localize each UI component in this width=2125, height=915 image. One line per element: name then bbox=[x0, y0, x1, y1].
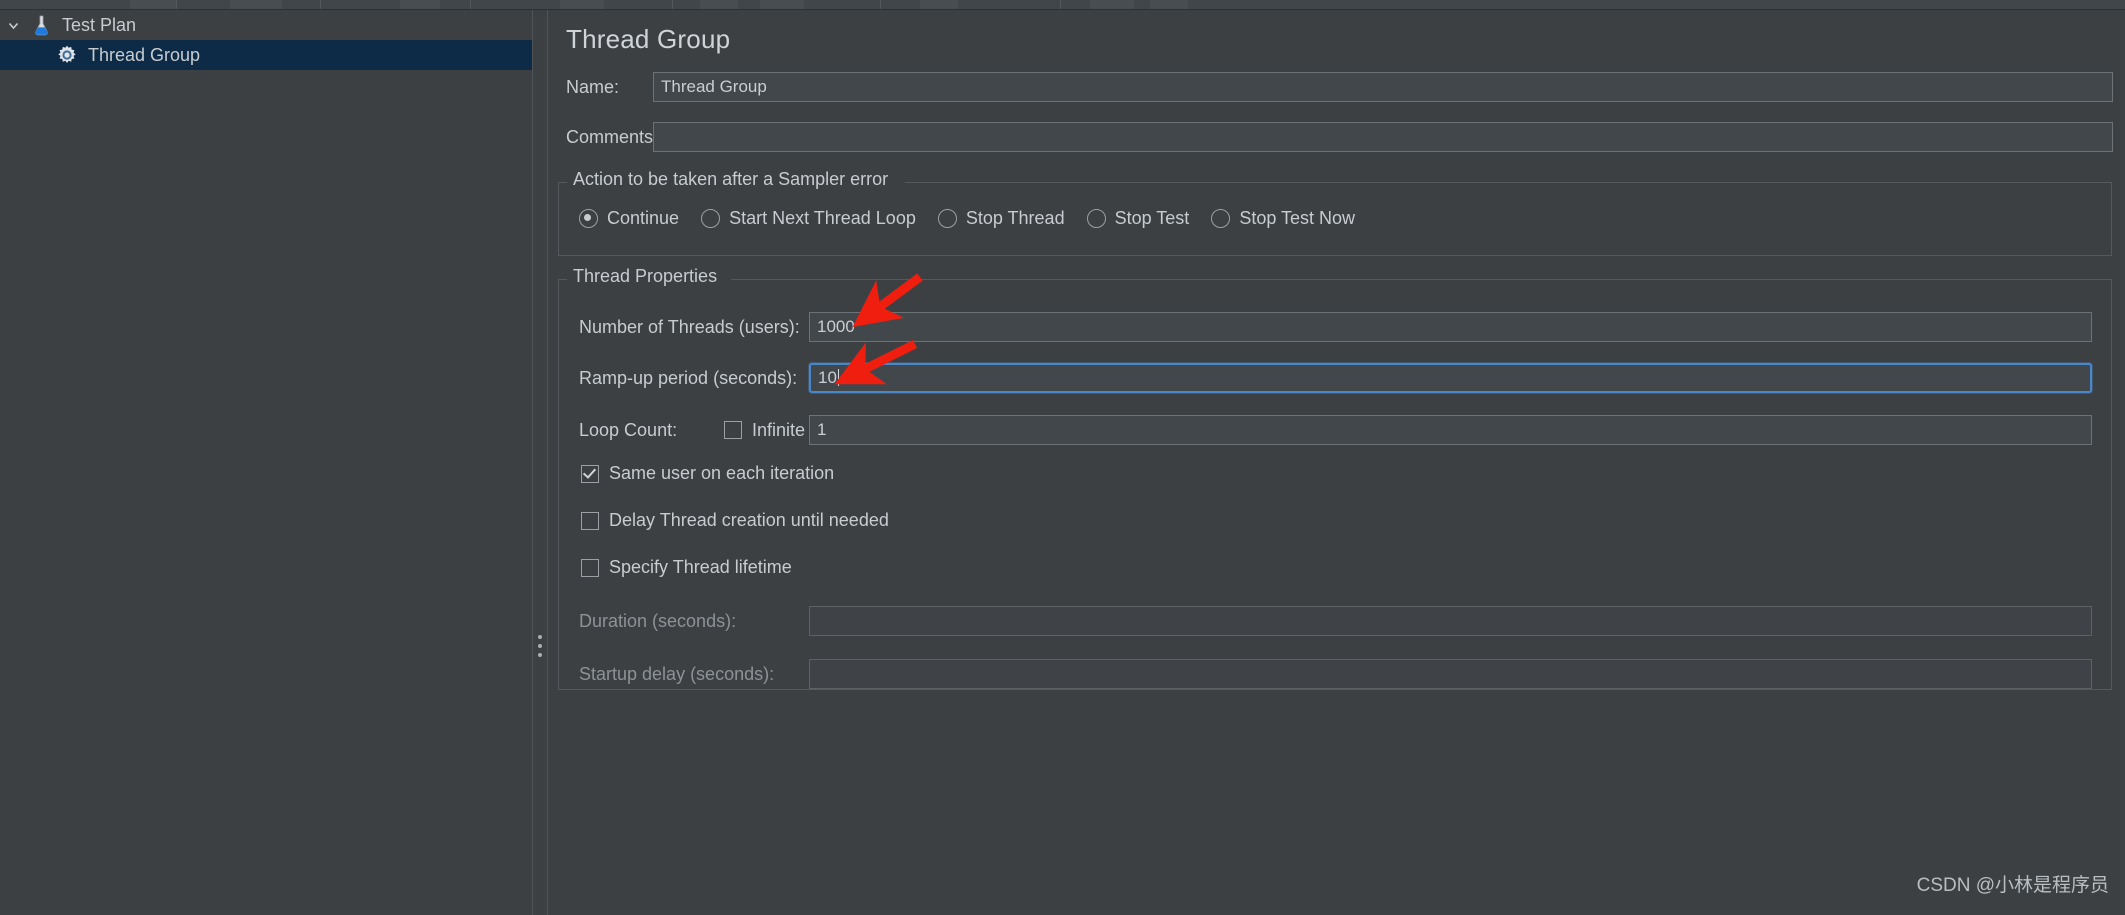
loop-count-input[interactable]: 1 bbox=[809, 415, 2092, 445]
ramp-up-label: Ramp-up period (seconds): bbox=[579, 367, 798, 388]
toolbar-separator bbox=[880, 0, 881, 9]
toolbar-ghost-button[interactable] bbox=[920, 0, 958, 9]
thread-group-panel: Thread Group Name: Thread Group Comments… bbox=[547, 10, 2125, 915]
checkbox-indicator[interactable] bbox=[581, 464, 599, 483]
comments-row: Comments: bbox=[548, 122, 2125, 152]
duration-row: Duration (seconds): bbox=[559, 606, 2111, 636]
splitter-handle[interactable] bbox=[538, 635, 542, 662]
thread-properties-groupbox: Thread Properties Number of Threads (use… bbox=[558, 266, 2112, 690]
startup-delay-label: Startup delay (seconds): bbox=[579, 663, 775, 684]
specify-thread-lifetime-checkbox[interactable]: Specify Thread lifetime bbox=[581, 557, 792, 578]
radio-stop-test[interactable]: Stop Test bbox=[1086, 208, 1190, 229]
checkbox-indicator[interactable] bbox=[724, 421, 742, 439]
duration-label: Duration (seconds): bbox=[579, 610, 737, 631]
watermark: CSDN @小林是程序员 bbox=[1916, 875, 2109, 896]
chevron-down-icon[interactable] bbox=[0, 19, 26, 32]
checkbox-label: Delay Thread creation until needed bbox=[609, 510, 889, 530]
tree-item-label: Test Plan bbox=[62, 14, 137, 35]
name-label: Name: bbox=[566, 76, 620, 97]
toolbar-separator bbox=[176, 0, 177, 9]
toolbar-ghost-button[interactable] bbox=[1090, 0, 1134, 9]
radio-label: Start Next Thread Loop bbox=[729, 208, 916, 228]
infinite-label: Infinite bbox=[752, 419, 806, 440]
radio-indicator[interactable] bbox=[1211, 209, 1231, 228]
delay-thread-creation-checkbox[interactable]: Delay Thread creation until needed bbox=[581, 510, 889, 531]
checkbox-indicator[interactable] bbox=[581, 558, 599, 577]
radio-label: Continue bbox=[607, 208, 680, 228]
number-of-threads-row: Number of Threads (users): 1000 bbox=[559, 312, 2111, 342]
number-of-threads-input[interactable]: 1000 bbox=[809, 312, 2092, 342]
page-title: Thread Group bbox=[566, 24, 731, 54]
number-of-threads-label: Number of Threads (users): bbox=[579, 316, 800, 337]
duration-input[interactable] bbox=[809, 606, 2092, 636]
loop-count-row: Loop Count: Infinite 1 bbox=[559, 415, 2111, 445]
startup-delay-input[interactable] bbox=[809, 659, 2092, 689]
radio-stop-test-now[interactable]: Stop Test Now bbox=[1211, 208, 1355, 229]
ramp-up-value: 10 bbox=[818, 368, 837, 387]
radio-indicator[interactable] bbox=[579, 209, 598, 228]
comments-input[interactable] bbox=[653, 122, 2113, 152]
radio-label: Stop Test Now bbox=[1239, 208, 1356, 228]
checkbox-indicator[interactable] bbox=[581, 511, 599, 530]
sampler-error-radio-group[interactable]: Continue Start Next Thread Loop Stop Thr… bbox=[579, 208, 1377, 229]
toolbar-separator bbox=[320, 0, 321, 9]
name-row: Name: Thread Group bbox=[548, 72, 2125, 102]
toolbar-separator bbox=[470, 0, 471, 9]
radio-start-next-thread-loop[interactable]: Start Next Thread Loop bbox=[701, 208, 916, 229]
toolbar-ghost-button[interactable] bbox=[230, 0, 282, 9]
toolbar-strip bbox=[0, 0, 2125, 10]
radio-label: Stop Thread bbox=[965, 208, 1065, 228]
checkbox-label: Specify Thread lifetime bbox=[609, 557, 792, 577]
name-input[interactable]: Thread Group bbox=[653, 72, 2113, 102]
ramp-up-row: Ramp-up period (seconds): 10 bbox=[559, 363, 2111, 393]
tree-item-test-plan[interactable]: Test Plan bbox=[0, 10, 532, 40]
same-user-each-iteration-checkbox[interactable]: Same user on each iteration bbox=[581, 463, 834, 484]
gear-icon bbox=[52, 44, 82, 66]
panel-splitter[interactable] bbox=[532, 10, 548, 915]
toolbar-ghost-button[interactable] bbox=[560, 0, 604, 9]
radio-indicator[interactable] bbox=[1086, 209, 1106, 228]
tree-item-label: Thread Group bbox=[88, 44, 201, 65]
radio-continue[interactable]: Continue bbox=[579, 208, 679, 229]
radio-indicator[interactable] bbox=[937, 209, 957, 228]
sampler-error-groupbox: Action to be taken after a Sampler error… bbox=[558, 169, 2112, 256]
startup-delay-row: Startup delay (seconds): bbox=[559, 659, 2111, 689]
sampler-error-group-title: Action to be taken after a Sampler error bbox=[567, 169, 895, 190]
text-caret bbox=[837, 369, 839, 386]
infinite-checkbox[interactable]: Infinite bbox=[724, 420, 805, 441]
toolbar-ghost-button[interactable] bbox=[760, 0, 804, 9]
checkbox-label: Same user on each iteration bbox=[609, 463, 835, 483]
toolbar-separator bbox=[1060, 0, 1061, 9]
toolbar-ghost-button[interactable] bbox=[700, 0, 738, 9]
flask-icon bbox=[26, 15, 56, 36]
ramp-up-input[interactable]: 10 bbox=[809, 363, 2092, 393]
toolbar-ghost-button[interactable] bbox=[400, 0, 440, 9]
radio-label: Stop Test bbox=[1114, 208, 1190, 228]
loop-count-label: Loop Count: bbox=[579, 419, 678, 440]
toolbar-ghost-button[interactable] bbox=[1150, 0, 1188, 9]
toolbar-separator bbox=[672, 0, 673, 9]
tree-item-thread-group[interactable]: Thread Group bbox=[0, 40, 532, 70]
test-plan-tree[interactable]: Test Plan Thread Group bbox=[0, 10, 532, 915]
toolbar-ghost-button[interactable] bbox=[130, 0, 176, 9]
radio-indicator[interactable] bbox=[701, 209, 721, 228]
thread-properties-group-title: Thread Properties bbox=[567, 266, 724, 287]
comments-label: Comments: bbox=[566, 126, 659, 147]
radio-stop-thread[interactable]: Stop Thread bbox=[937, 208, 1065, 229]
